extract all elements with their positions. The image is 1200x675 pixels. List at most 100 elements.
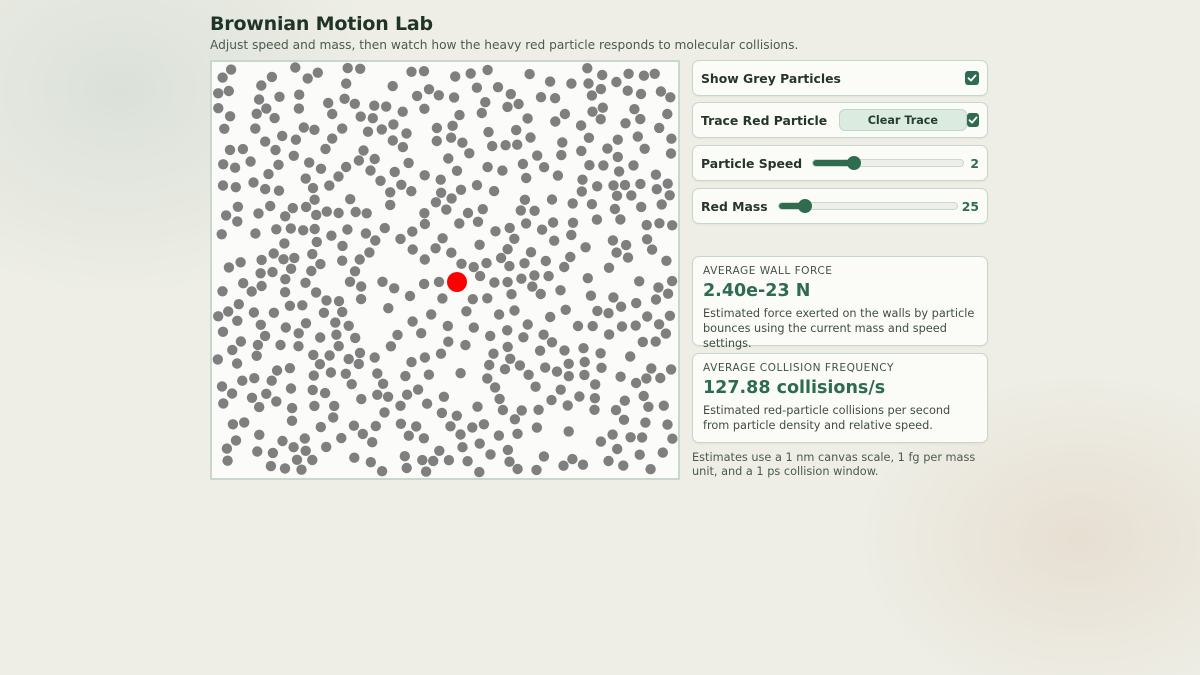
grey-particle bbox=[650, 169, 662, 180]
grey-particle bbox=[488, 185, 500, 197]
grey-particle bbox=[527, 281, 538, 292]
grey-particle bbox=[665, 364, 677, 375]
grey-particle bbox=[579, 369, 590, 381]
grey-particle bbox=[300, 173, 311, 184]
grey-particle bbox=[637, 336, 648, 348]
grey-particle bbox=[246, 392, 258, 403]
grey-particle bbox=[232, 201, 244, 212]
grey-particle bbox=[457, 137, 468, 148]
grey-particle bbox=[337, 255, 348, 266]
grey-particle bbox=[560, 304, 571, 315]
grey-particle bbox=[285, 383, 297, 394]
grey-particle bbox=[265, 460, 277, 472]
grey-particle bbox=[519, 194, 531, 205]
grey-particle bbox=[628, 160, 639, 171]
wall-force-description: Estimated force exerted on the walls by … bbox=[703, 307, 975, 350]
grey-particle bbox=[268, 248, 279, 259]
checkmark-icon bbox=[968, 116, 978, 124]
grey-particle bbox=[361, 208, 372, 219]
grey-particle bbox=[515, 205, 526, 216]
checkmark-icon bbox=[967, 74, 977, 82]
grey-particle bbox=[615, 301, 627, 312]
trace-red-particle-checkbox[interactable] bbox=[966, 113, 979, 127]
particle-speed-slider[interactable] bbox=[812, 156, 965, 170]
grey-particle bbox=[331, 329, 342, 340]
particle-speed-slider-thumb[interactable] bbox=[846, 156, 861, 170]
grey-particle bbox=[514, 360, 526, 371]
grey-particle bbox=[518, 332, 529, 343]
grey-particle bbox=[625, 351, 636, 362]
simulation-canvas[interactable] bbox=[210, 60, 680, 480]
grey-particle bbox=[482, 373, 493, 384]
grey-particle bbox=[455, 429, 466, 440]
grey-particle bbox=[287, 202, 298, 214]
grey-particle bbox=[417, 454, 428, 466]
grey-particle bbox=[664, 310, 676, 321]
grey-particle bbox=[420, 466, 432, 477]
grey-particle bbox=[662, 108, 673, 120]
grey-particle bbox=[502, 101, 513, 113]
grey-particle bbox=[484, 359, 495, 371]
grey-particle bbox=[625, 432, 636, 443]
grey-particle bbox=[423, 84, 435, 95]
grey-particle bbox=[465, 68, 476, 79]
grey-particle bbox=[655, 372, 666, 384]
grey-particle bbox=[396, 179, 407, 190]
grey-particle bbox=[512, 139, 523, 150]
grey-particle bbox=[616, 321, 628, 332]
grey-particle bbox=[251, 350, 262, 361]
grey-particle bbox=[472, 216, 484, 227]
grey-particle bbox=[635, 113, 646, 125]
grey-particle bbox=[483, 126, 494, 138]
grey-particle bbox=[369, 100, 380, 111]
grey-particle bbox=[533, 404, 544, 415]
grey-particle bbox=[343, 320, 354, 331]
grey-particle bbox=[256, 280, 267, 292]
grey-particle bbox=[646, 244, 658, 255]
grey-particle bbox=[575, 120, 587, 131]
grey-particle bbox=[224, 144, 236, 156]
grey-particle bbox=[423, 369, 435, 380]
grey-particle bbox=[638, 70, 650, 81]
grey-particle bbox=[404, 290, 416, 302]
grey-particle bbox=[434, 445, 445, 456]
grey-particle bbox=[590, 379, 601, 390]
grey-particle bbox=[406, 66, 417, 77]
grey-particle bbox=[505, 353, 516, 364]
grey-particle bbox=[468, 261, 479, 273]
grey-particle bbox=[416, 328, 427, 339]
grey-particle bbox=[546, 394, 557, 406]
grey-particle bbox=[474, 239, 485, 250]
grey-particle bbox=[379, 222, 390, 234]
grey-particle bbox=[403, 430, 414, 441]
grey-particle bbox=[256, 80, 267, 91]
grey-particle bbox=[217, 326, 229, 337]
clear-trace-button[interactable]: Clear Trace bbox=[839, 109, 967, 131]
grey-particle bbox=[323, 97, 334, 109]
red-mass-slider-thumb[interactable] bbox=[798, 199, 813, 213]
grey-particle bbox=[535, 92, 547, 103]
show-grey-particles-checkbox[interactable] bbox=[965, 71, 979, 85]
grey-particle bbox=[383, 303, 394, 314]
grey-particle bbox=[504, 222, 515, 234]
grey-particle bbox=[364, 247, 375, 258]
grey-particle bbox=[565, 251, 576, 263]
estimates-footnote: Estimates use a 1 nm canvas scale, 1 fg … bbox=[692, 451, 976, 478]
grey-particle bbox=[250, 228, 261, 239]
grey-particle bbox=[307, 454, 318, 466]
red-mass-slider[interactable] bbox=[777, 199, 958, 213]
grey-particle bbox=[329, 400, 340, 412]
grey-particle bbox=[639, 143, 650, 154]
grey-particle bbox=[456, 258, 467, 269]
grey-particle bbox=[662, 178, 673, 189]
grey-particle bbox=[657, 447, 668, 458]
grey-particle bbox=[545, 311, 556, 323]
grey-particle bbox=[549, 235, 560, 246]
grey-particle bbox=[622, 85, 633, 96]
grey-particle bbox=[577, 174, 588, 185]
grey-particle bbox=[435, 174, 446, 185]
grey-particle bbox=[499, 364, 511, 375]
wall-force-value: 2.40e-23 N bbox=[703, 281, 811, 301]
grey-particle bbox=[381, 101, 392, 112]
grey-particle bbox=[626, 190, 637, 201]
